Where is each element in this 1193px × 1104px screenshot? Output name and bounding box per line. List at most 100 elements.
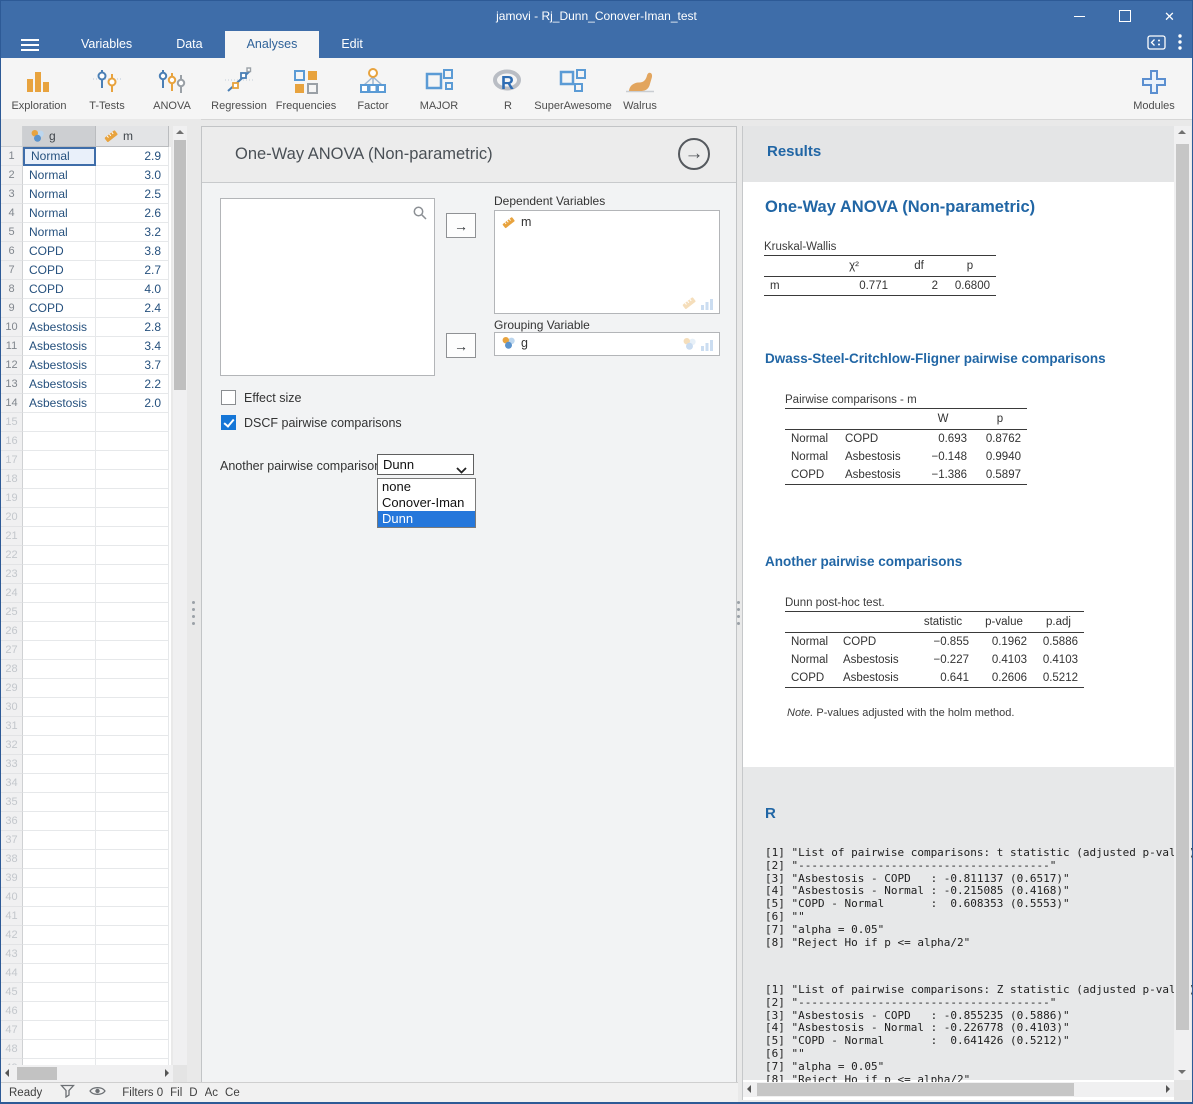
row-number[interactable]: 39 <box>1 869 23 888</box>
row-number[interactable]: 22 <box>1 546 23 565</box>
cell-m[interactable] <box>96 432 169 451</box>
table-row[interactable]: 11Asbestosis3.4 <box>1 337 171 356</box>
cell-m[interactable] <box>96 888 169 907</box>
another-pairwise-heading[interactable]: Another pairwise comparisons <box>765 554 962 569</box>
cell-m[interactable] <box>96 964 169 983</box>
cell-g[interactable]: Asbestosis <box>23 375 96 394</box>
cell-m[interactable] <box>96 755 169 774</box>
maximize-button[interactable] <box>1102 1 1147 31</box>
cell-m[interactable] <box>96 527 169 546</box>
row-number[interactable]: 36 <box>1 812 23 831</box>
cell-g[interactable] <box>23 584 96 603</box>
row-number[interactable]: 29 <box>1 679 23 698</box>
syntax-mode-icon[interactable] <box>1147 35 1166 55</box>
cell-g[interactable] <box>23 565 96 584</box>
table-row[interactable]: 1Normal2.9 <box>1 147 171 166</box>
table-row[interactable]: 9COPD2.4 <box>1 299 171 318</box>
cell-g[interactable] <box>23 508 96 527</box>
cell-m[interactable]: 4.0 <box>96 280 169 299</box>
cell-m[interactable] <box>96 850 169 869</box>
cell-m[interactable] <box>96 774 169 793</box>
cell-g[interactable]: Normal <box>23 185 96 204</box>
cell-g[interactable] <box>23 888 96 907</box>
cell-m[interactable] <box>96 736 169 755</box>
row-number[interactable]: 47 <box>1 1021 23 1040</box>
column-header-g[interactable]: g <box>23 126 96 147</box>
ribbon-regression[interactable]: Regression <box>201 63 277 112</box>
table-row[interactable]: 26 <box>1 622 171 641</box>
row-number[interactable]: 10 <box>1 318 23 337</box>
row-number[interactable]: 33 <box>1 755 23 774</box>
cell-m[interactable] <box>96 679 169 698</box>
table-row[interactable]: 3Normal2.5 <box>1 185 171 204</box>
dscf-option[interactable]: DSCF pairwise comparisons <box>221 415 402 430</box>
cell-g[interactable] <box>23 432 96 451</box>
row-number[interactable]: 32 <box>1 736 23 755</box>
cell-g[interactable] <box>23 983 96 1002</box>
cell-g[interactable] <box>23 413 96 432</box>
grouping-variable-box[interactable]: g <box>494 332 720 356</box>
row-number[interactable]: 28 <box>1 660 23 679</box>
row-number[interactable]: 18 <box>1 470 23 489</box>
tab-edit[interactable]: Edit <box>319 31 385 58</box>
cell-g[interactable] <box>23 774 96 793</box>
row-number[interactable]: 41 <box>1 907 23 926</box>
tab-data[interactable]: Data <box>154 31 224 58</box>
cell-g[interactable] <box>23 527 96 546</box>
table-row[interactable]: 34 <box>1 774 171 793</box>
ribbon-walrus[interactable]: Walrus <box>602 63 678 112</box>
cell-g[interactable]: Normal <box>23 166 96 185</box>
row-number[interactable]: 38 <box>1 850 23 869</box>
cell-g[interactable] <box>23 451 96 470</box>
row-number[interactable]: 3 <box>1 185 23 204</box>
table-row[interactable]: 14Asbestosis2.0 <box>1 394 171 413</box>
minimize-button[interactable] <box>1057 1 1102 31</box>
column-header-m[interactable]: m <box>96 126 169 147</box>
cell-g[interactable] <box>23 945 96 964</box>
splitter-handle[interactable] <box>192 601 195 625</box>
cell-g[interactable] <box>23 850 96 869</box>
another-pairwise-select[interactable]: Dunn <box>377 454 474 475</box>
scroll-down-arrow[interactable] <box>1178 1070 1186 1074</box>
ribbon-modules[interactable]: Modules <box>1116 63 1192 112</box>
table-row[interactable]: 43 <box>1 945 171 964</box>
table-row[interactable]: 4Normal2.6 <box>1 204 171 223</box>
table-row[interactable]: 19 <box>1 489 171 508</box>
results-vertical-scrollbar[interactable] <box>1174 126 1191 1080</box>
cell-g[interactable] <box>23 793 96 812</box>
cell-m[interactable]: 3.4 <box>96 337 169 356</box>
cell-m[interactable] <box>96 603 169 622</box>
row-number[interactable]: 14 <box>1 394 23 413</box>
table-row[interactable]: 47 <box>1 1021 171 1040</box>
row-number[interactable]: 16 <box>1 432 23 451</box>
cell-g[interactable] <box>23 1002 96 1021</box>
cell-m[interactable] <box>96 831 169 850</box>
cell-g[interactable]: Normal <box>23 223 96 242</box>
r-analysis-section[interactable]: R [1] "List of pairwise comparisons: t s… <box>743 767 1191 1080</box>
row-number[interactable]: 12 <box>1 356 23 375</box>
table-row[interactable]: 48 <box>1 1040 171 1059</box>
table-row[interactable]: 18 <box>1 470 171 489</box>
ribbon-frequencies[interactable]: Frequencies <box>268 63 344 112</box>
row-number[interactable]: 1 <box>1 147 23 166</box>
row-number[interactable]: 4 <box>1 204 23 223</box>
effect-size-checkbox[interactable] <box>221 390 236 405</box>
cell-m[interactable] <box>96 660 169 679</box>
list-item[interactable]: m <box>495 211 719 229</box>
filter-icon[interactable] <box>60 1084 75 1101</box>
table-row[interactable]: 45 <box>1 983 171 1002</box>
cell-g[interactable] <box>23 622 96 641</box>
kebab-menu-icon[interactable] <box>1178 34 1182 55</box>
cell-m[interactable] <box>96 793 169 812</box>
cell-g[interactable] <box>23 964 96 983</box>
assign-grouping-button[interactable]: → <box>446 333 476 358</box>
dropdown-option[interactable]: none <box>378 479 475 495</box>
cell-m[interactable]: 2.6 <box>96 204 169 223</box>
ribbon-major[interactable]: MAJOR <box>401 63 477 112</box>
cell-g[interactable]: Asbestosis <box>23 356 96 375</box>
row-number[interactable]: 42 <box>1 926 23 945</box>
ribbon-factor[interactable]: Factor <box>335 63 411 112</box>
dropdown-open-list[interactable]: noneConover-ImanDunn <box>377 478 476 528</box>
cell-g[interactable] <box>23 907 96 926</box>
cell-m[interactable] <box>96 869 169 888</box>
